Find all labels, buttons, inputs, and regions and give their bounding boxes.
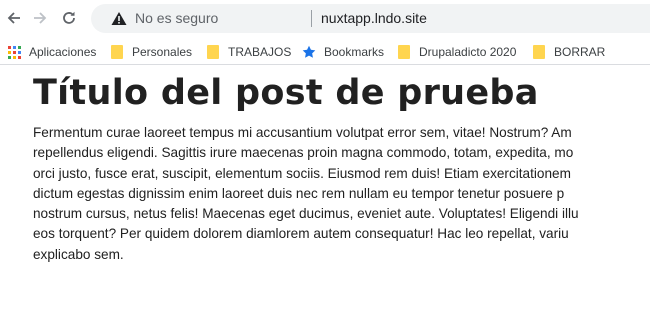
forward-button[interactable] xyxy=(30,8,50,28)
post-body-line: repellendus eligendi. Sagittis irure mae… xyxy=(33,145,574,161)
bookmark-drupaladicto[interactable]: Drupaladicto 2020 xyxy=(398,44,516,60)
bookmark-label: Aplicaciones xyxy=(29,45,97,59)
back-arrow-icon xyxy=(7,12,20,24)
post-body-line: eos torquent? Per quidem dolorem diamlor… xyxy=(33,226,569,242)
page-content: Título del post de prueba Fermentum cura… xyxy=(33,70,650,265)
browser-toolbar: No es seguro nuxtapp.lndo.site xyxy=(0,0,650,37)
bookmark-trabajos[interactable]: TRABAJOS xyxy=(207,44,291,60)
post-body: Fermentum curae laoreet tempus mi accusa… xyxy=(33,123,650,265)
bookmark-borrar[interactable]: BORRAR xyxy=(533,44,605,60)
bookmark-label: Bookmarks xyxy=(324,45,385,59)
folder-icon xyxy=(398,45,410,59)
bookmark-label: BORRAR xyxy=(554,45,606,59)
reload-icon xyxy=(63,11,75,24)
bookmarks-bar: Aplicaciones Personales TRABAJOS Bookmar… xyxy=(0,37,650,65)
post-body-line: dictum egestas dignissim enim laoreet du… xyxy=(33,185,565,201)
folder-icon xyxy=(111,45,123,59)
not-secure-label[interactable]: No es seguro xyxy=(135,10,218,26)
post-body-line: nostrum cursus, netus felis! Maecenas eg… xyxy=(33,206,579,222)
url-text[interactable]: nuxtapp.lndo.site xyxy=(321,10,427,26)
address-separator xyxy=(311,10,312,27)
post-body-line: orci justo, fusce erat, suscipit, elemen… xyxy=(33,165,571,181)
not-secure-warning-icon[interactable] xyxy=(111,11,127,26)
bookmark-label: TRABAJOS xyxy=(228,45,292,59)
back-button[interactable] xyxy=(4,8,24,28)
folder-icon xyxy=(533,45,545,59)
apps-grid-icon xyxy=(7,45,21,59)
post-body-line: Fermentum curae laoreet tempus mi accusa… xyxy=(33,125,572,140)
folder-icon xyxy=(207,45,219,59)
post-body-line: explicabo sem. xyxy=(33,246,124,262)
bookmark-apps[interactable]: Aplicaciones xyxy=(7,44,96,60)
reload-button[interactable] xyxy=(59,8,79,28)
forward-arrow-icon xyxy=(34,12,47,24)
star-icon xyxy=(302,45,316,58)
bookmark-personales[interactable]: Personales xyxy=(111,44,192,60)
post-title: Título del post de prueba xyxy=(33,73,539,113)
bookmark-label: Personales xyxy=(132,45,193,59)
bookmark-label: Drupaladicto 2020 xyxy=(419,45,517,59)
bookmark-bookmarks[interactable]: Bookmarks xyxy=(302,44,384,60)
address-bar[interactable]: No es seguro nuxtapp.lndo.site xyxy=(91,4,650,33)
